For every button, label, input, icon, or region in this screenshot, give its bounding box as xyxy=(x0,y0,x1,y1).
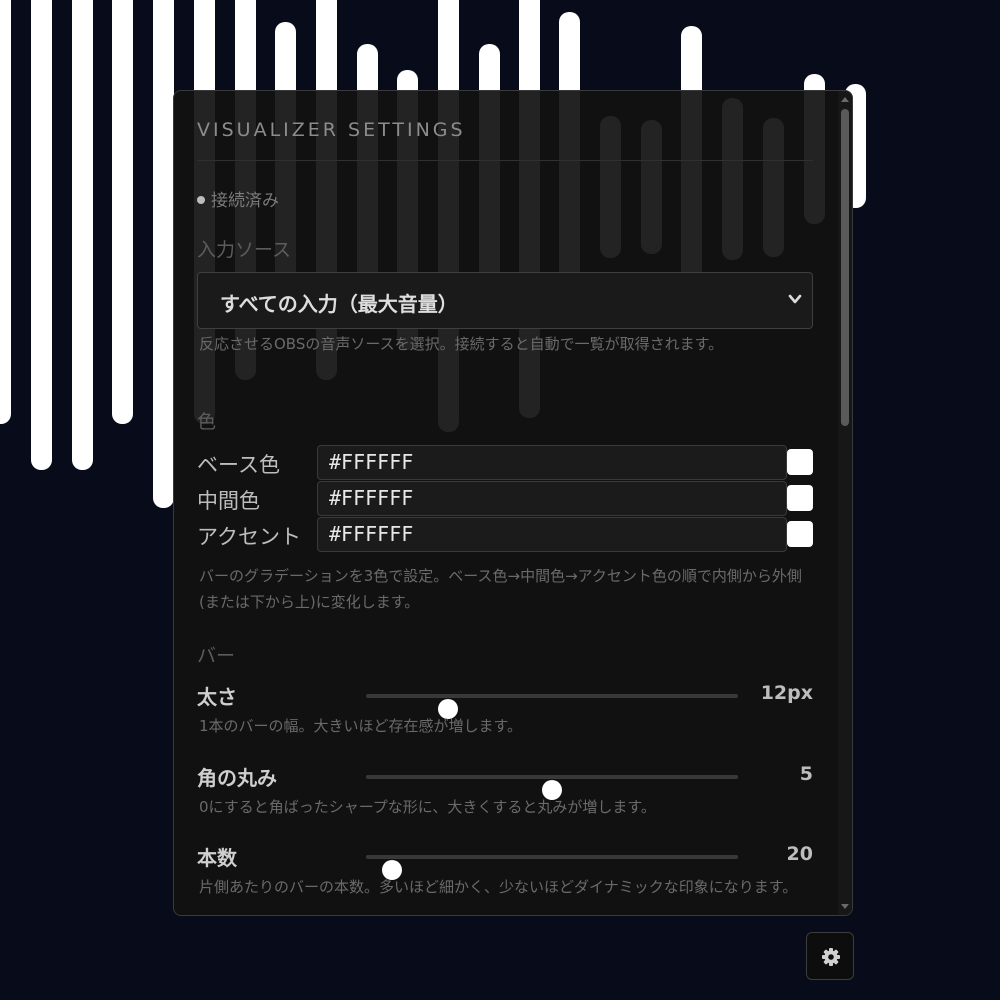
gear-icon xyxy=(822,948,840,966)
count-slider[interactable] xyxy=(366,855,738,880)
accent-color-label: アクセント xyxy=(197,525,301,549)
mid-color-swatch[interactable] xyxy=(787,485,813,511)
radius-slider-row: 角の丸み 5 xyxy=(197,761,813,800)
panel-scrollbar[interactable] xyxy=(838,91,852,915)
mid-color-label: 中間色 xyxy=(197,489,260,513)
mid-color-input[interactable]: #FFFFFF xyxy=(317,481,787,516)
width-slider-help: 1本のバーの幅。大きいほど存在感が増します。 xyxy=(199,717,523,735)
settings-button[interactable] xyxy=(806,932,854,980)
radius-slider-help: 0にすると角ばったシャープな形に、大きくすると丸みが増します。 xyxy=(199,798,656,816)
visualizer-bar xyxy=(72,0,93,470)
count-slider-value: 20 xyxy=(786,843,813,865)
chevron-down-icon xyxy=(788,294,802,304)
panel-title: VISUALIZER SETTINGS xyxy=(197,119,466,141)
width-slider[interactable] xyxy=(366,694,738,719)
connection-status: 接続済み xyxy=(197,186,279,211)
base-color-label: ベース色 xyxy=(197,453,280,477)
visualizer-bar xyxy=(0,0,11,424)
width-slider-row: 太さ 12px xyxy=(197,680,813,719)
width-slider-label: 太さ xyxy=(197,685,237,709)
visualizer-bar xyxy=(112,0,133,424)
title-divider xyxy=(197,160,813,161)
mid-color-row: 中間色 #FFFFFF xyxy=(197,481,813,516)
bar-section-label: バー xyxy=(197,645,236,667)
accent-color-input[interactable]: #FFFFFF xyxy=(317,517,787,552)
count-slider-label: 本数 xyxy=(197,846,237,870)
accent-color-swatch[interactable] xyxy=(787,521,813,547)
base-color-row: ベース色 #FFFFFF xyxy=(197,445,813,480)
base-color-swatch[interactable] xyxy=(787,449,813,475)
count-slider-help: 片側あたりのバーの本数。多いほど細かく、少ないほどダイナミックな印象になります。 xyxy=(199,878,798,896)
input-source-label: 入力ソース xyxy=(197,239,292,261)
radius-slider-value: 5 xyxy=(799,763,813,785)
scrollbar-thumb[interactable] xyxy=(841,109,849,426)
radius-slider[interactable] xyxy=(366,775,738,800)
accent-color-row: アクセント #FFFFFF xyxy=(197,517,813,552)
base-color-input[interactable]: #FFFFFF xyxy=(317,445,787,480)
status-text: 接続済み xyxy=(211,191,279,211)
visualizer-settings-panel: VISUALIZER SETTINGS 接続済み 入力ソース すべての入力（最大… xyxy=(173,90,853,916)
status-dot-icon xyxy=(197,196,205,204)
visualizer-bar xyxy=(31,0,52,470)
color-section-label: 色 xyxy=(197,411,217,433)
color-help: バーのグラデーションを3色で設定。ベース色→中間色→アクセント色の順で内側から外… xyxy=(199,567,802,611)
radius-slider-label: 角の丸み xyxy=(197,766,277,790)
scroll-up-arrow-icon[interactable] xyxy=(841,97,849,102)
settings-scroll-area[interactable]: VISUALIZER SETTINGS 接続済み 入力ソース すべての入力（最大… xyxy=(174,91,838,915)
input-source-help: 反応させるOBSの音声ソースを選択。接続すると自動で一覧が取得されます。 xyxy=(199,335,724,353)
scroll-down-arrow-icon[interactable] xyxy=(841,904,849,909)
count-slider-row: 本数 20 xyxy=(197,841,813,880)
width-slider-value: 12px xyxy=(760,682,813,704)
input-source-selected: すべての入力（最大音量） xyxy=(220,292,458,316)
input-source-select[interactable]: すべての入力（最大音量） xyxy=(197,272,813,329)
visualizer-bar xyxy=(153,0,174,508)
